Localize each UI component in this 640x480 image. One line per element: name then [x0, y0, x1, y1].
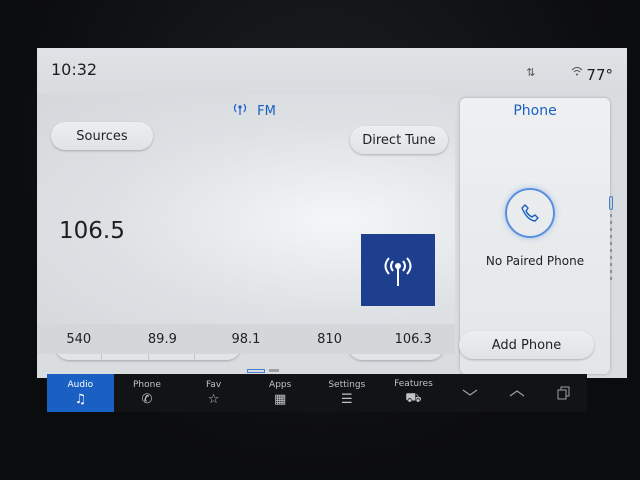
collapse-button[interactable]: [447, 374, 494, 412]
phone-handset-icon: [521, 204, 539, 222]
app-switcher-icon: [557, 386, 570, 400]
phone-panel: Phone No Paired Phone Add Phone: [459, 98, 610, 374]
current-frequency: 106.5: [59, 218, 125, 244]
expand-button[interactable]: [493, 374, 540, 412]
source-header: FM: [233, 102, 276, 119]
panel-scrollbar[interactable]: [609, 196, 613, 282]
broadcast-tower-icon: [384, 257, 412, 286]
add-phone-button[interactable]: Add Phone: [459, 331, 594, 359]
music-note-icon: ♫: [74, 391, 87, 407]
outside-temperature: 77°: [586, 66, 613, 84]
clock: 10:32: [51, 60, 98, 79]
chevron-up-icon: [509, 390, 525, 397]
wifi-icon: [552, 66, 584, 79]
scrollbar-thumb[interactable]: [609, 196, 613, 210]
phone-status: No Paired Phone: [485, 254, 585, 268]
nav-fav-label: Fav: [205, 379, 222, 390]
status-bar: 10:32 ⇅ 77°: [37, 48, 627, 94]
preset-3[interactable]: 98.1: [204, 324, 288, 354]
phone-panel-title: Phone: [513, 103, 557, 119]
preset-4[interactable]: 810: [288, 324, 372, 354]
phone-icon: ✆: [141, 391, 153, 407]
audio-panel: FM Sources Direct Tune 106.5 ⏮ − + ⏭ Sou…: [37, 94, 455, 360]
bottom-nav-bar: Audio ♫ Phone ✆ Fav ☆ Apps ▦ Settings ☰ …: [47, 374, 587, 412]
nav-phone-label: Phone: [132, 379, 161, 390]
star-plus-icon: ☆: [207, 391, 220, 407]
direct-tune-button[interactable]: Direct Tune: [350, 126, 448, 154]
scrollbar-track: [610, 214, 612, 280]
app-switcher-button[interactable]: [540, 374, 587, 412]
phone-connect-button[interactable]: [505, 188, 555, 238]
source-label: FM: [257, 104, 276, 119]
sources-button[interactable]: Sources: [51, 122, 153, 150]
sliders-icon: ☰: [340, 391, 353, 407]
nav-settings-label: Settings: [328, 379, 366, 390]
preset-1[interactable]: 540: [37, 324, 121, 354]
page-dot-active: [247, 368, 265, 373]
preset-5[interactable]: 106.3: [371, 324, 455, 354]
nav-apps[interactable]: Apps ▦: [247, 374, 314, 412]
grid-icon: ▦: [274, 391, 287, 407]
nav-settings[interactable]: Settings ☰: [314, 374, 381, 412]
nav-fav[interactable]: Fav ☆: [180, 374, 247, 412]
station-logo-tile[interactable]: [361, 234, 435, 306]
radio-antenna-icon: [233, 103, 251, 119]
car-icon: ⛟: [405, 390, 422, 406]
page-dot: [269, 369, 279, 372]
data-transfer-icon: ⇅: [526, 66, 552, 79]
chevron-down-icon: [462, 389, 478, 396]
nav-audio-label: Audio: [67, 379, 94, 390]
nav-phone[interactable]: Phone ✆: [114, 374, 181, 412]
nav-features[interactable]: Features ⛟: [380, 374, 447, 412]
nav-audio[interactable]: Audio ♫: [47, 374, 114, 412]
status-icons: ⇅: [526, 66, 583, 79]
infotainment-screen: 10:32 ⇅ 77° FM Sources Direct Tune 106.5: [37, 48, 627, 378]
nav-apps-label: Apps: [269, 379, 292, 390]
nav-features-label: Features: [394, 378, 433, 389]
preset-bar: 540 89.9 98.1 810 106.3: [37, 324, 455, 354]
preset-2[interactable]: 89.9: [121, 324, 205, 354]
